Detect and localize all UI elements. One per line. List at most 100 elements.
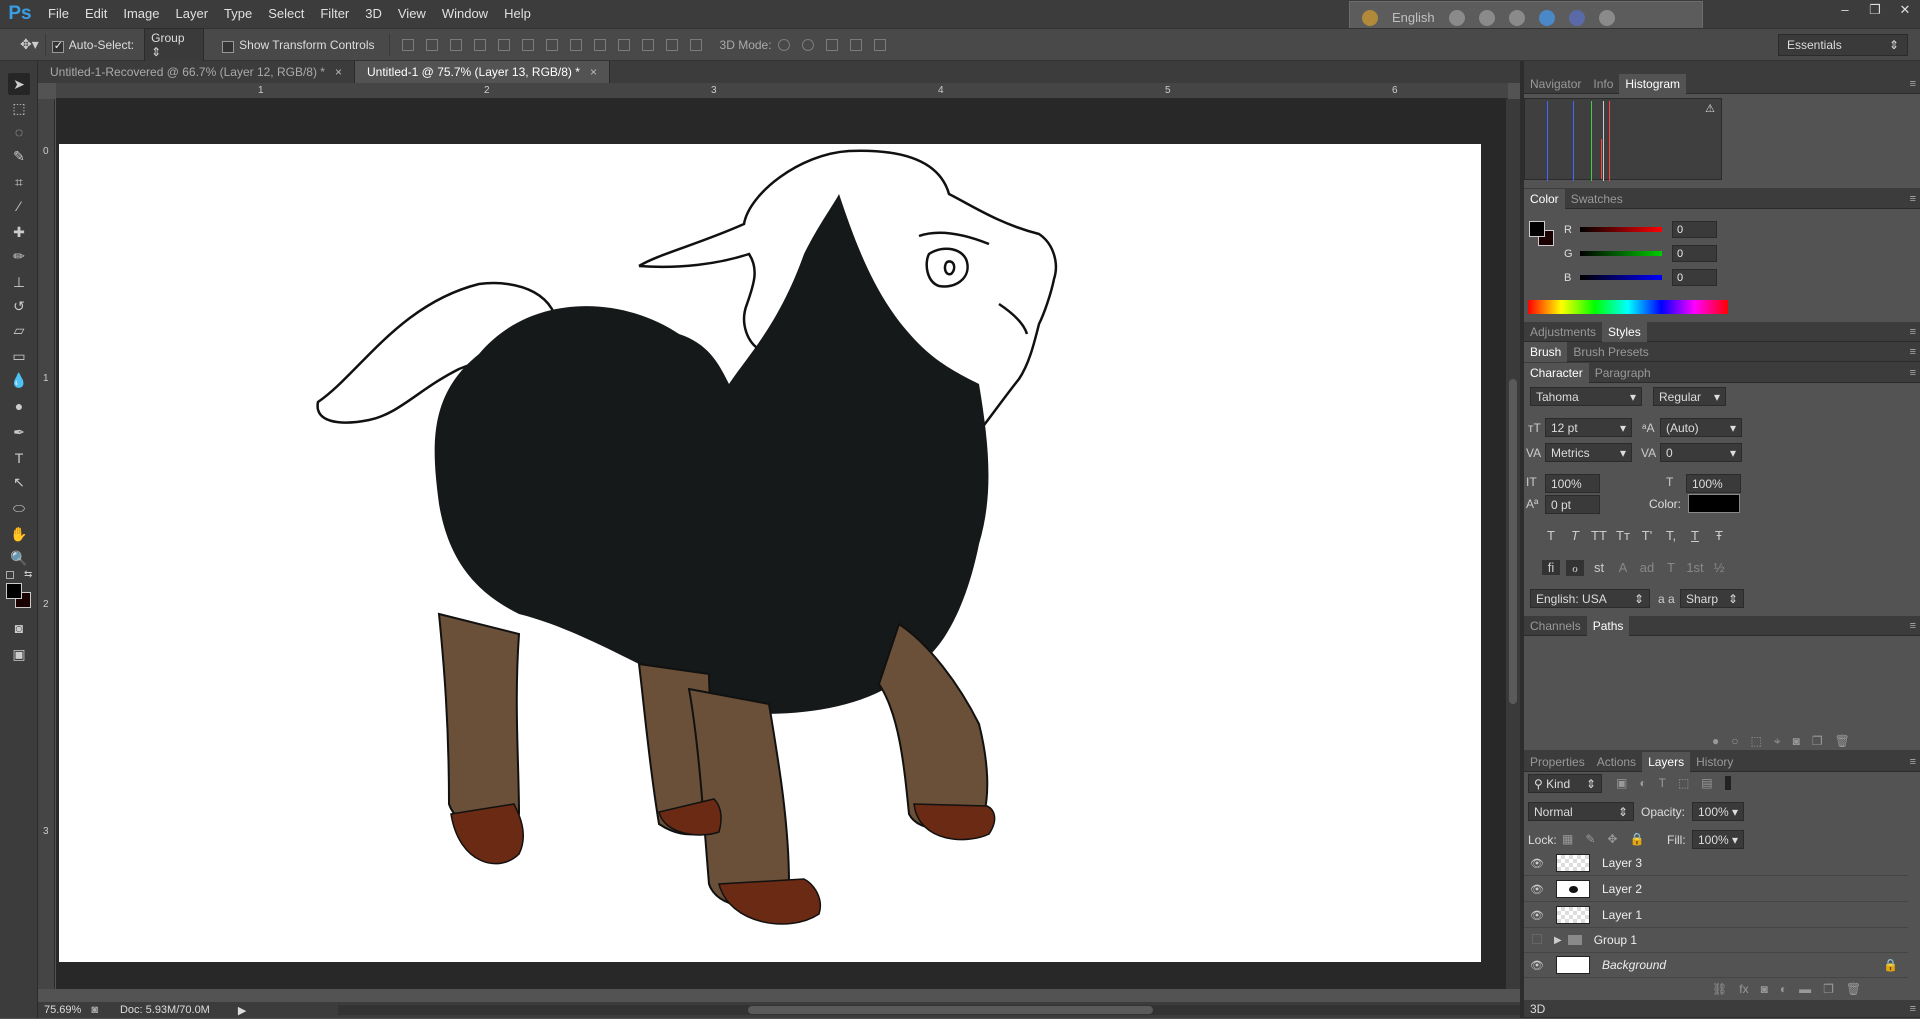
visibility-eye-icon[interactable]: 👁 bbox=[1524, 857, 1550, 870]
text-color-swatch[interactable] bbox=[1688, 494, 1740, 513]
ime-browser-icon[interactable] bbox=[1538, 9, 1555, 26]
screen-mode-icon[interactable]: ▣ bbox=[8, 643, 30, 665]
horizontal-scrollbar[interactable] bbox=[338, 1005, 1523, 1015]
green-slider[interactable] bbox=[1580, 251, 1662, 256]
language-dropdown[interactable]: English: USA ⇕ bbox=[1530, 589, 1650, 608]
lock-pixels-icon[interactable]: ✎ bbox=[1585, 832, 1595, 846]
filter-shape-icon[interactable]: ⬚ bbox=[1678, 776, 1689, 790]
blue-slider[interactable] bbox=[1580, 275, 1662, 280]
dodge-tool-icon[interactable]: ● bbox=[8, 395, 30, 417]
healing-brush-tool-icon[interactable]: ✚ bbox=[8, 221, 30, 243]
panel-menu-icon[interactable]: ≡ bbox=[1910, 756, 1916, 768]
zoom-tool-icon[interactable]: 🔍 bbox=[8, 547, 30, 569]
tab-3d[interactable]: 3D bbox=[1524, 999, 1551, 1019]
clone-stamp-tool-icon[interactable]: ⊥ bbox=[8, 271, 30, 293]
3d-roll-icon[interactable] bbox=[801, 38, 814, 51]
antialias-dropdown[interactable]: Sharp ⇕ bbox=[1680, 589, 1744, 608]
panel-menu-icon[interactable]: ≡ bbox=[1910, 346, 1916, 358]
3d-drag-icon[interactable] bbox=[825, 38, 838, 51]
filter-toggle-icon[interactable] bbox=[1724, 776, 1731, 790]
fill-path-icon[interactable]: ● bbox=[1712, 734, 1719, 749]
fractions-button[interactable]: ½ bbox=[1710, 560, 1728, 575]
new-layer-icon[interactable]: ❐ bbox=[1823, 982, 1834, 996]
stylistic-alternates-button[interactable]: ad bbox=[1638, 560, 1656, 575]
ime-language[interactable]: English bbox=[1392, 10, 1435, 25]
tab-histogram[interactable]: Histogram bbox=[1619, 73, 1687, 94]
visibility-eye-icon[interactable]: 👁 bbox=[1524, 909, 1550, 922]
filter-adjustment-icon[interactable]: ◐ bbox=[1639, 776, 1646, 790]
expand-arrow-icon[interactable]: ▶ bbox=[1554, 935, 1562, 946]
distribute-bottom-icon[interactable] bbox=[593, 38, 606, 51]
minimize-button[interactable]: – bbox=[1830, 0, 1860, 20]
visibility-toggle-empty[interactable] bbox=[1524, 933, 1550, 947]
tab-history[interactable]: History bbox=[1690, 752, 1739, 772]
crop-tool-icon[interactable]: ⌗ bbox=[8, 171, 30, 193]
quick-mask-icon[interactable]: ◙ bbox=[8, 617, 30, 639]
zoom-level[interactable]: 75.69% bbox=[44, 1004, 81, 1016]
superscript-button[interactable]: T' bbox=[1638, 528, 1656, 543]
scroll-thumb[interactable] bbox=[1509, 379, 1517, 704]
layer-group-row[interactable]: ▶ Group 1 bbox=[1524, 928, 1908, 953]
color-spectrum[interactable] bbox=[1528, 300, 1728, 314]
ordinals-button[interactable]: 1st bbox=[1686, 560, 1704, 575]
font-style-dropdown[interactable]: Regular ▾ bbox=[1653, 387, 1726, 406]
menu-window[interactable]: Window bbox=[434, 0, 496, 28]
canvas-area[interactable] bbox=[56, 99, 1508, 989]
ime-power-icon[interactable] bbox=[1598, 9, 1615, 26]
layer-style-icon[interactable]: fx bbox=[1739, 982, 1748, 996]
swap-colors-icon[interactable]: ⇆ bbox=[24, 569, 32, 580]
make-work-path-icon[interactable]: ⌖ bbox=[1774, 734, 1781, 749]
tracking-field[interactable]: 0 ▾ bbox=[1660, 443, 1742, 462]
font-size-field[interactable]: 12 pt ▾ bbox=[1545, 418, 1632, 437]
auto-select-dropdown[interactable]: Group ⇕ bbox=[144, 27, 205, 62]
small-caps-button[interactable]: Tт bbox=[1614, 528, 1632, 543]
adjustment-layer-icon[interactable]: ◐ bbox=[1780, 982, 1787, 996]
ime-cloud-icon[interactable] bbox=[1448, 9, 1465, 26]
discretionary-ligatures-button[interactable]: ℴ bbox=[1566, 560, 1584, 576]
layer-name[interactable]: Layer 2 bbox=[1602, 882, 1642, 896]
menu-type[interactable]: Type bbox=[216, 0, 260, 28]
tab-color[interactable]: Color bbox=[1524, 188, 1565, 209]
layer-row[interactable]: 👁 Layer 2 bbox=[1524, 877, 1908, 902]
ligatures-button[interactable]: fi bbox=[1542, 560, 1560, 575]
leading-field[interactable]: (Auto) ▾ bbox=[1660, 418, 1742, 437]
font-family-dropdown[interactable]: Tahoma ▾ bbox=[1530, 387, 1642, 406]
scroll-thumb[interactable] bbox=[748, 1006, 1153, 1014]
3d-scale-icon[interactable] bbox=[873, 38, 886, 51]
close-icon[interactable]: × bbox=[335, 65, 342, 79]
warning-icon[interactable]: ⚠ bbox=[1705, 102, 1715, 115]
tab-brush[interactable]: Brush bbox=[1524, 341, 1568, 362]
kerning-field[interactable]: Metrics ▾ bbox=[1545, 443, 1632, 462]
menu-view[interactable]: View bbox=[390, 0, 434, 28]
lock-position-icon[interactable]: ✥ bbox=[1607, 832, 1617, 846]
load-selection-icon[interactable]: ⬚ bbox=[1751, 734, 1762, 749]
menu-help[interactable]: Help bbox=[496, 0, 539, 28]
ruler-vertical[interactable]: 0 1 2 3 bbox=[38, 99, 55, 989]
distribute-right-icon[interactable] bbox=[665, 38, 678, 51]
visibility-eye-icon[interactable]: 👁 bbox=[1524, 883, 1550, 896]
tab-character[interactable]: Character bbox=[1524, 362, 1589, 383]
blur-tool-icon[interactable]: 💧 bbox=[8, 369, 30, 391]
opacity-field[interactable]: 100% ▾ bbox=[1692, 802, 1744, 821]
faux-bold-button[interactable]: T bbox=[1542, 528, 1560, 543]
move-tool-icon[interactable]: ➤ bbox=[8, 73, 30, 95]
foreground-color-swatch[interactable] bbox=[1529, 221, 1545, 237]
subscript-button[interactable]: T, bbox=[1662, 528, 1680, 543]
eraser-tool-icon[interactable]: ▱ bbox=[8, 319, 30, 341]
new-path-icon[interactable]: ❐ bbox=[1812, 734, 1823, 749]
tab-info[interactable]: Info bbox=[1587, 74, 1619, 94]
brush-tool-icon[interactable]: ✏ bbox=[8, 245, 30, 267]
lock-all-icon[interactable]: 🔒 bbox=[1629, 832, 1644, 846]
vertical-scale-field[interactable]: 100% bbox=[1545, 474, 1600, 493]
auto-align-icon[interactable] bbox=[689, 38, 702, 51]
new-group-icon[interactable]: ▬ bbox=[1799, 982, 1811, 996]
menu-filter[interactable]: Filter bbox=[312, 0, 357, 28]
titling-alternates-button[interactable]: T bbox=[1662, 560, 1680, 575]
move-tool-preset-icon[interactable]: ✥▾ bbox=[20, 36, 39, 53]
eyedropper-tool-icon[interactable]: ⁄ bbox=[8, 195, 30, 217]
workspace-dropdown[interactable]: Essentials ⇕ bbox=[1778, 34, 1908, 56]
status-menu-icon[interactable]: ▶ bbox=[238, 1004, 246, 1017]
panel-menu-icon[interactable]: ≡ bbox=[1910, 326, 1916, 338]
layer-row-background[interactable]: 👁 Background 🔒 bbox=[1524, 953, 1908, 978]
pen-tool-icon[interactable]: ✒ bbox=[8, 421, 30, 443]
